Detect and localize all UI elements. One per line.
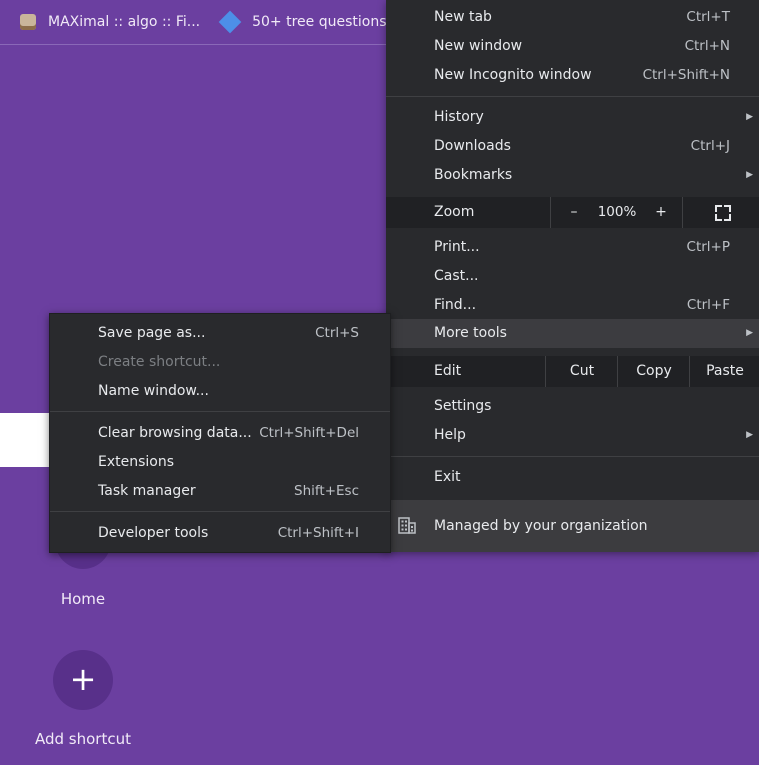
menu-item-new-tab[interactable]: New tab Ctrl+T	[386, 3, 759, 32]
home-shortcut-label[interactable]: Home	[0, 590, 166, 608]
menu-item-help[interactable]: Help ▶	[386, 421, 759, 450]
edit-label: Edit	[434, 363, 462, 379]
add-shortcut-label[interactable]: Add shortcut	[0, 730, 166, 748]
submenu-item-task-manager[interactable]: Task manager Shift+Esc	[50, 477, 390, 506]
chrome-main-menu: New tab Ctrl+T New window Ctrl+N New Inc…	[386, 0, 759, 552]
menu-item-downloads[interactable]: Downloads Ctrl+J	[386, 132, 759, 161]
submenu-arrow-icon: ▶	[746, 430, 753, 440]
bookmark-label: MAXimal :: algo :: Fi...	[48, 14, 201, 30]
menu-item-find[interactable]: Find... Ctrl+F	[386, 291, 759, 320]
submenu-item-clear-browsing-data[interactable]: Clear browsing data... Ctrl+Shift+Del	[50, 419, 390, 448]
submenu-arrow-icon: ▶	[746, 328, 753, 338]
menu-separator	[50, 411, 390, 412]
more-tools-submenu: Save page as... Ctrl+S Create shortcut..…	[49, 313, 391, 553]
menu-item-cast[interactable]: Cast...	[386, 262, 759, 291]
zoom-label: Zoom	[434, 204, 475, 220]
menu-item-exit[interactable]: Exit	[386, 463, 759, 492]
submenu-item-developer-tools[interactable]: Developer tools Ctrl+Shift+I	[50, 519, 390, 548]
diamond-favicon-icon	[218, 10, 242, 34]
building-icon	[398, 517, 416, 534]
zoom-row: Zoom – 100% +	[386, 197, 759, 228]
menu-item-more-tools[interactable]: More tools ▶	[386, 319, 759, 348]
menu-separator	[50, 511, 390, 512]
bookmarks-bar: MAXimal :: algo :: Fi... 50+ tree questi…	[0, 0, 400, 45]
paste-button[interactable]: Paste	[689, 356, 759, 387]
edit-row: Edit Cut Copy Paste	[386, 356, 759, 387]
menu-item-new-incognito[interactable]: New Incognito window Ctrl+Shift+N	[386, 61, 759, 90]
zoom-in-button[interactable]: +	[640, 197, 683, 228]
bookmark-maximal[interactable]: MAXimal :: algo :: Fi...	[20, 14, 200, 30]
submenu-arrow-icon: ▶	[746, 170, 753, 180]
zoom-level: 100%	[597, 204, 637, 220]
managed-by-organization[interactable]: Managed by your organization	[386, 500, 759, 552]
menu-item-print[interactable]: Print... Ctrl+P	[386, 233, 759, 262]
menu-separator	[386, 96, 759, 97]
menu-item-settings[interactable]: Settings	[386, 392, 759, 421]
menu-separator	[386, 456, 759, 457]
zoom-out-button[interactable]: –	[550, 197, 597, 228]
menu-item-history[interactable]: History ▶	[386, 103, 759, 132]
add-shortcut-button[interactable]: +	[53, 650, 113, 710]
submenu-item-save-page[interactable]: Save page as... Ctrl+S	[50, 319, 390, 348]
menu-item-new-window[interactable]: New window Ctrl+N	[386, 32, 759, 61]
submenu-item-create-shortcut: Create shortcut...	[98, 354, 221, 370]
bookmark-label: 50+ tree questions...	[252, 14, 400, 30]
maximal-favicon-icon	[20, 14, 36, 30]
submenu-item-name-window[interactable]: Name window...	[50, 377, 390, 406]
plus-icon: +	[69, 660, 97, 698]
copy-button[interactable]: Copy	[617, 356, 690, 387]
submenu-item-extensions[interactable]: Extensions	[50, 448, 390, 477]
cut-button[interactable]: Cut	[545, 356, 618, 387]
menu-item-bookmarks[interactable]: Bookmarks ▶	[386, 161, 759, 190]
bookmark-tree-questions[interactable]: 50+ tree questions...	[218, 10, 400, 34]
fullscreen-icon[interactable]	[715, 205, 731, 221]
submenu-arrow-icon: ▶	[746, 112, 753, 122]
